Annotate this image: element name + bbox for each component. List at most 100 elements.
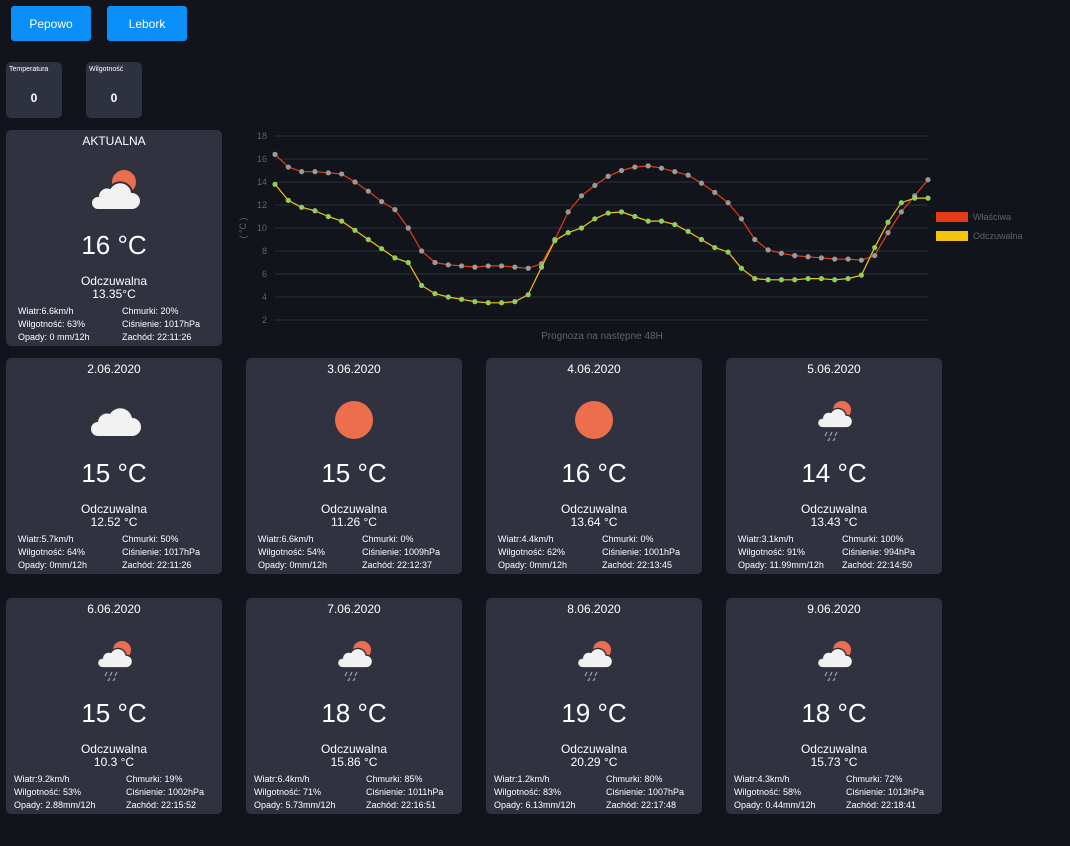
stat-value: 0 xyxy=(30,91,38,105)
data-point xyxy=(432,290,438,297)
data-point xyxy=(912,195,918,201)
data-point xyxy=(352,227,358,233)
weather-details: Wiatr:6.6km/h Chmurki: 0% Wilgotność: 54… xyxy=(258,533,456,572)
rainfall: Opady: 0mm/12h xyxy=(258,560,328,570)
data-point xyxy=(725,249,731,255)
weather-details: Wiatr:4.3km/h Chmurki: 72% Wilgotność: 5… xyxy=(734,773,936,812)
location-button-pepowo[interactable]: Pepowo xyxy=(11,6,91,41)
weather-details: Wiatr:1.2km/h Chmurki: 80% Wilgotność: 8… xyxy=(494,773,696,812)
data-point xyxy=(832,256,838,262)
data-point xyxy=(698,180,705,186)
data-point xyxy=(405,259,411,266)
legend-swatch xyxy=(936,231,968,241)
data-point xyxy=(512,264,518,270)
feels-like: Odczuwalna 13.64 °C xyxy=(486,503,702,529)
cloud-sun-rain-icon xyxy=(576,641,614,682)
forecast-day-card: 8.06.2020 19 °C Odczuwalna 20.29 °C Wiat… xyxy=(486,598,702,814)
data-point xyxy=(312,169,318,175)
data-point xyxy=(872,253,878,259)
forecast-day-card: 6.06.2020 15 °C Odczuwalna 10.3 °C Wiatr… xyxy=(6,598,222,814)
data-point xyxy=(472,264,478,270)
pressure: Ciśnienie: 1011hPa xyxy=(366,787,444,797)
feels-like-value: 13.64 °C xyxy=(570,515,618,529)
data-point xyxy=(605,210,611,216)
clouds: Chmurki: 0% xyxy=(362,534,414,544)
card-date: 8.06.2020 xyxy=(567,602,621,616)
data-point xyxy=(805,276,811,282)
pressure: Ciśnienie: 994hPa xyxy=(842,547,916,557)
feels-like-value: 10.3 °C xyxy=(93,755,135,769)
rainfall: Opady: 0 mm/12h xyxy=(18,332,90,342)
rainfall: Opady: 0mm/12h xyxy=(498,560,568,570)
cloud-sun-rain-icon xyxy=(816,641,854,682)
clouds: Chmurki: 80% xyxy=(606,774,663,784)
pressure: Ciśnienie: 1001hPa xyxy=(602,547,681,557)
sunset: Zachód: 22:16:51 xyxy=(366,800,437,810)
feels-like-value: 13.35°C xyxy=(92,287,136,301)
data-point xyxy=(752,276,758,282)
stat-value: 0 xyxy=(110,91,118,105)
data-point xyxy=(352,179,358,185)
current-weather-card: AKTUALNA 16 °C Odczuwalna 13.35°C Wiatr:… xyxy=(6,130,222,346)
card-date: 5.06.2020 xyxy=(807,362,861,376)
data-point xyxy=(445,262,451,268)
wind: Wiatr:6.6km/h xyxy=(258,534,314,544)
sunset: Zachód: 22:12:37 xyxy=(362,560,433,570)
data-point xyxy=(792,277,798,283)
clouds: Chmurki: 20% xyxy=(122,306,179,316)
wind: Wiatr:4.3km/h xyxy=(734,774,790,784)
data-point xyxy=(285,164,291,170)
humidity: Wilgotność: 62% xyxy=(498,547,566,557)
location-button-lebork[interactable]: Lebork xyxy=(107,6,187,41)
data-point xyxy=(738,265,745,271)
sun-icon xyxy=(335,401,373,439)
data-point xyxy=(458,263,465,269)
data-point xyxy=(885,219,891,225)
stat-label: Temperatura xyxy=(9,66,49,73)
data-point xyxy=(618,209,625,215)
data-point xyxy=(552,238,558,244)
sunset: Zachód: 22:11:26 xyxy=(122,332,192,342)
temperature-value: 16 °C xyxy=(561,458,627,488)
cloud-sun-rain-icon xyxy=(96,641,134,682)
wind: Wiatr:6.6km/h xyxy=(18,306,74,316)
y-tick-label: 14 xyxy=(257,177,267,187)
data-point xyxy=(312,208,318,214)
data-point xyxy=(778,277,785,283)
cloud-sun-icon xyxy=(90,170,142,211)
pressure: Ciśnienie: 1017hPa xyxy=(122,319,201,329)
data-point xyxy=(538,264,545,270)
legend-label: Odczuwalna xyxy=(973,231,1023,241)
temperature-value: 14 °C xyxy=(801,458,867,488)
cloud-icon xyxy=(91,408,141,436)
data-point xyxy=(618,167,625,174)
data-point xyxy=(512,299,518,305)
humidity: Wilgotność: 58% xyxy=(734,787,802,797)
weather-details: Wiatr:3.1km/h Chmurki: 100% Wilgotność: … xyxy=(738,533,936,572)
data-point xyxy=(405,225,411,231)
card-date: 2.06.2020 xyxy=(87,362,141,376)
sunset: Zachód: 22:13:45 xyxy=(602,560,673,570)
pressure: Ciśnienie: 1002hPa xyxy=(126,787,205,797)
data-point xyxy=(738,216,745,222)
data-point xyxy=(365,236,371,243)
data-point xyxy=(778,250,785,256)
data-point xyxy=(872,244,878,251)
data-point xyxy=(632,164,638,170)
pressure: Ciśnienie: 1007hPa xyxy=(606,787,685,797)
humidity: Wilgotność: 91% xyxy=(738,547,806,557)
card-date: 3.06.2020 xyxy=(327,362,381,376)
data-point xyxy=(845,256,851,262)
legend-swatch xyxy=(936,212,968,222)
rainfall: Opady: 6.13mm/12h xyxy=(494,800,576,810)
data-point xyxy=(685,172,691,178)
clouds: Chmurki: 85% xyxy=(366,774,423,784)
data-point xyxy=(578,225,585,231)
wind: Wiatr:4.4km/h xyxy=(498,534,554,544)
feels-like-value: 11.26 °C xyxy=(331,515,377,529)
rainfall: Opady: 0.44mm/12h xyxy=(734,800,816,810)
pressure: Ciśnienie: 1009hPa xyxy=(362,547,441,557)
sun-icon xyxy=(575,401,613,439)
data-point xyxy=(432,259,438,266)
data-point xyxy=(725,200,731,206)
